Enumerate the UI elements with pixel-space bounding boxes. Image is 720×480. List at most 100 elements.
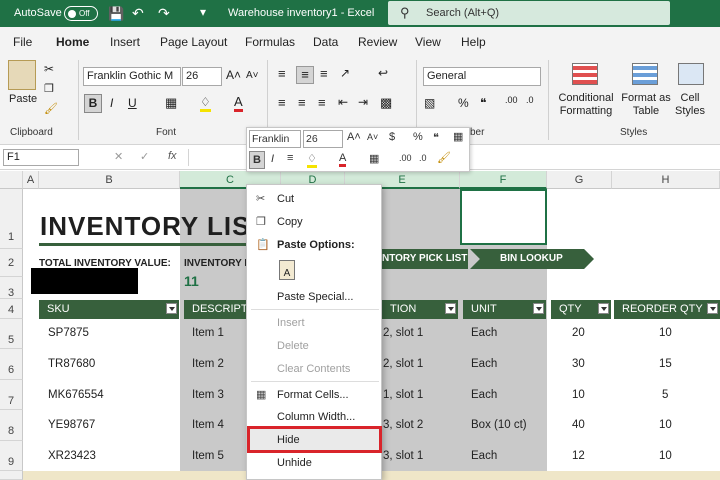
mini-italic-button[interactable]: I [271, 153, 274, 165]
row-header-9[interactable]: 9 [0, 441, 23, 471]
row-header-4[interactable]: 4 [0, 299, 23, 319]
filter-dropdown-icon[interactable] [445, 303, 456, 314]
comma-style-icon[interactable]: ❝ [480, 96, 486, 110]
decrease-font-icon[interactable]: A˅ [246, 70, 259, 81]
borders-icon[interactable]: ▦ [165, 95, 177, 111]
menu-hide[interactable]: Hide [277, 434, 300, 446]
row-header-1[interactable]: 1 [0, 189, 23, 249]
undo-icon[interactable]: ↶ [132, 5, 144, 22]
cancel-entry-icon[interactable]: ✕ [114, 150, 123, 163]
orientation-icon[interactable]: ↗ [340, 66, 350, 80]
menu-paste-special[interactable]: Paste Special... [277, 291, 353, 303]
increase-decimal-icon[interactable]: .00 [505, 95, 518, 105]
align-right-icon[interactable]: ≡ [318, 95, 326, 110]
row-header-2[interactable]: 2 [0, 249, 23, 277]
conditional-formatting-icon[interactable] [572, 63, 598, 85]
active-cell-f1[interactable] [460, 189, 547, 245]
mini-font-color-icon[interactable]: A [339, 152, 347, 167]
font-size-dropdown[interactable]: 26 [182, 67, 222, 86]
increase-font-icon[interactable]: A˄ [226, 68, 241, 82]
col-header-g[interactable]: G [547, 171, 612, 189]
mini-font-name[interactable]: Franklin [249, 130, 301, 148]
row-header-6[interactable]: 6 [0, 349, 23, 380]
save-icon[interactable]: 💾 [108, 6, 124, 22]
cut-icon[interactable]: ✂ [44, 62, 54, 76]
mini-percent-icon[interactable]: % [413, 131, 423, 143]
tab-review[interactable]: Review [358, 27, 397, 57]
filter-dropdown-icon[interactable] [533, 303, 544, 314]
font-color-icon[interactable]: A [234, 94, 243, 112]
format-painter-icon[interactable]: 🖌 [44, 102, 58, 115]
paste-button[interactable]: Paste [9, 93, 37, 105]
format-as-table-button[interactable]: Format as Table [618, 92, 674, 118]
customize-qat-icon[interactable]: ▾ [200, 5, 206, 19]
bin-lookup-banner[interactable]: BIN LOOKUP [470, 249, 594, 269]
conditional-formatting-button[interactable]: Conditional Formatting [554, 92, 618, 118]
mini-bold-button[interactable]: B [249, 151, 265, 169]
menu-copy[interactable]: Copy [277, 216, 303, 228]
fill-color-icon[interactable]: ♢ [200, 95, 211, 112]
menu-unhide[interactable]: Unhide [277, 457, 312, 469]
wrap-text-icon[interactable]: ↩ [378, 66, 388, 80]
mini-comma-icon[interactable]: ❝ [433, 131, 439, 144]
align-left-icon[interactable]: ≡ [278, 95, 286, 110]
italic-button[interactable]: I [110, 96, 113, 110]
tab-page-layout[interactable]: Page Layout [160, 27, 227, 57]
tab-data[interactable]: Data [313, 27, 338, 57]
insert-function-icon[interactable]: fx [168, 150, 177, 162]
accounting-format-icon[interactable]: ▧ [424, 96, 435, 110]
filter-dropdown-icon[interactable] [166, 303, 177, 314]
mini-increase-decimal-icon[interactable]: .00 [399, 153, 412, 163]
mini-borders-icon[interactable]: ▦ [369, 152, 379, 165]
confirm-entry-icon[interactable]: ✓ [140, 150, 149, 163]
align-center-icon[interactable]: ≡ [298, 95, 306, 110]
filter-dropdown-icon[interactable] [707, 303, 718, 314]
increase-indent-icon[interactable]: ⇥ [358, 95, 368, 109]
copy-icon[interactable]: ❐ [44, 82, 54, 95]
mini-fill-color-icon[interactable]: ♢ [307, 152, 317, 168]
menu-column-width[interactable]: Column Width... [277, 411, 355, 423]
name-box[interactable]: F1 [3, 149, 79, 166]
format-as-table-icon[interactable] [632, 63, 658, 85]
filter-dropdown-icon[interactable] [598, 303, 609, 314]
cell-styles-button[interactable]: Cell Styles [668, 92, 712, 118]
underline-button[interactable]: U [128, 96, 137, 110]
col-header-a[interactable]: A [23, 171, 39, 189]
mini-decrease-font-icon[interactable]: A˅ [367, 132, 378, 142]
row-header-10[interactable] [0, 471, 23, 480]
decrease-indent-icon[interactable]: ⇤ [338, 95, 348, 109]
menu-format-cells[interactable]: Format Cells... [277, 389, 349, 401]
redo-icon[interactable]: ↷ [158, 5, 170, 22]
tab-view[interactable]: View [415, 27, 441, 57]
tab-insert[interactable]: Insert [110, 27, 140, 57]
select-all-corner[interactable] [0, 171, 23, 189]
row-header-3[interactable]: 3 [0, 277, 23, 299]
merge-center-icon[interactable]: ▩ [380, 95, 392, 111]
tab-home[interactable]: Home [56, 27, 90, 59]
paste-icon[interactable] [8, 60, 36, 90]
align-bottom-icon[interactable]: ≡ [320, 66, 328, 81]
tab-formulas[interactable]: Formulas [245, 27, 295, 57]
search-box[interactable]: ⚲ Search (Alt+Q) [388, 1, 670, 25]
font-name-dropdown[interactable]: Franklin Gothic M [83, 67, 181, 86]
bold-button[interactable]: B [84, 94, 102, 113]
paste-option-icon[interactable]: A [279, 260, 295, 280]
mini-increase-font-icon[interactable]: A˄ [347, 131, 361, 143]
decrease-decimal-icon[interactable]: .0 [526, 95, 534, 105]
pick-list-banner[interactable]: NTORY PICK LIST [382, 249, 468, 269]
mini-decrease-decimal-icon[interactable]: .0 [419, 153, 427, 163]
row-header-7[interactable]: 7 [0, 380, 23, 410]
menu-cut[interactable]: Cut [277, 193, 294, 205]
col-header-b[interactable]: B [39, 171, 180, 189]
autosave-toggle[interactable]: Off [64, 6, 98, 21]
percent-style-icon[interactable]: % [458, 96, 469, 110]
align-middle-icon[interactable]: ≡ [296, 66, 314, 84]
mini-align-icon[interactable]: ≡ [287, 152, 293, 164]
row-header-5[interactable]: 5 [0, 319, 23, 349]
mini-font-size[interactable]: 26 [303, 130, 343, 148]
col-header-f[interactable]: F [460, 171, 547, 189]
align-top-icon[interactable]: ≡ [278, 66, 286, 81]
tab-help[interactable]: Help [461, 27, 486, 57]
cell-styles-icon[interactable] [678, 63, 704, 85]
col-header-h[interactable]: H [612, 171, 720, 189]
